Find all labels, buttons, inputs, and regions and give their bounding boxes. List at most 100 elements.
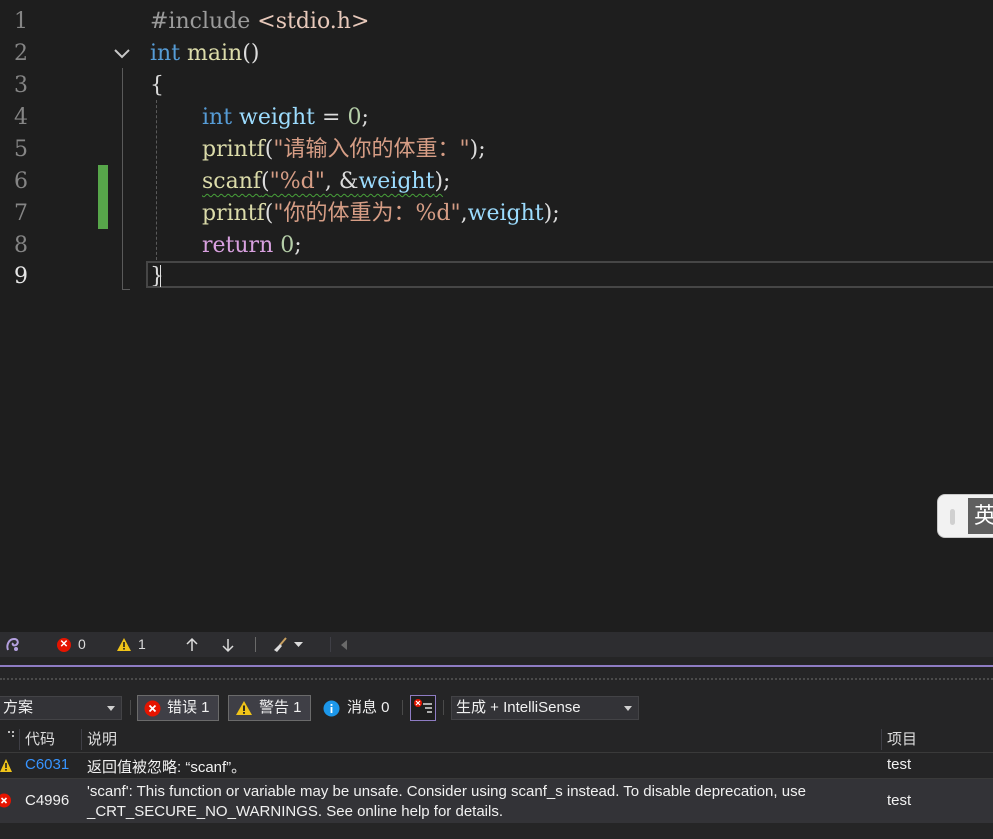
code-token: { — [150, 73, 164, 98]
error-list-panel: 方案 错误 1 警告 1 消息 0 生成 + IntelliSense 代码 说… — [0, 665, 993, 839]
filter-by-document-button[interactable] — [410, 695, 436, 721]
code-token: , — [460, 201, 468, 226]
warning-icon — [117, 638, 131, 651]
row-description: 'scanf': This function or variable may b… — [87, 783, 806, 820]
code-editor[interactable]: 1 #include <stdio.h> 2 int main() 3{4 int wei… — [0, 0, 993, 632]
line-number: 3 — [14, 73, 28, 98]
warning-icon — [0, 758, 13, 777]
row-description: 返回值被忽略: “scanf”。 — [87, 759, 247, 776]
code-cleanup-button[interactable] — [272, 632, 303, 657]
code-line[interactable]: 7 printf("你的体重为：%d",weight); — [0, 198, 993, 230]
code-token: "你的体重为：%d" — [273, 201, 461, 226]
column-divider[interactable] — [81, 729, 82, 750]
column-divider[interactable] — [19, 729, 20, 750]
panel-accent-line — [0, 665, 993, 667]
line-number: 5 — [14, 137, 28, 162]
code-text[interactable]: #include <stdio.h> — [150, 6, 369, 38]
code-token: main — [187, 41, 243, 66]
editor-status-strip: ✕ 0 1 — [0, 632, 993, 657]
collapse-chevron-icon[interactable] — [112, 44, 132, 64]
code-line[interactable]: 6 scanf("%d", &weight); — [0, 166, 993, 198]
code-token: int — [150, 41, 181, 66]
scroll-left-button[interactable] — [340, 632, 348, 657]
code-token: 0 — [347, 105, 362, 130]
code-token: ); — [543, 201, 560, 226]
table-row[interactable]: C4996 'scanf': This function or variable… — [0, 778, 993, 823]
column-header-description[interactable]: 说明 — [87, 727, 117, 752]
line-number: 2 — [14, 41, 28, 66]
arrow-up-icon — [186, 637, 198, 651]
chevron-down-icon — [107, 706, 115, 711]
row-code-link[interactable]: C6031 — [25, 756, 69, 773]
column-header-code[interactable]: 代码 — [25, 727, 55, 752]
build-source-dropdown[interactable]: 生成 + IntelliSense — [451, 696, 639, 720]
code-text[interactable]: scanf("%d", &weight); — [150, 166, 450, 198]
code-token: scanf — [202, 169, 262, 194]
line-number: 8 — [14, 233, 28, 258]
code-line[interactable]: 3{ — [0, 70, 993, 102]
code-text[interactable]: { — [150, 70, 164, 102]
code-token: , & — [324, 169, 359, 194]
indent-guide — [156, 100, 157, 260]
current-line-highlight — [146, 261, 993, 288]
error-count: 0 — [78, 636, 86, 652]
code-token: ); — [469, 137, 486, 162]
column-header-project[interactable]: 项目 — [887, 727, 917, 752]
code-token: () — [242, 41, 260, 66]
code-line[interactable]: 5 printf("请输入你的体重："); — [0, 134, 993, 166]
panel-grip-dots[interactable] — [0, 678, 993, 680]
ime-mode-label: 英 — [968, 498, 993, 534]
code-line[interactable]: 8 return 0; — [0, 230, 993, 262]
code-token: #include — [150, 9, 258, 34]
errors-filter-label: 错误 1 — [167, 699, 210, 716]
ime-indicator[interactable]: 英 — [937, 494, 993, 538]
code-token: = — [315, 105, 348, 130]
code-token: printf — [202, 137, 265, 162]
code-line[interactable]: 4 int weight = 0; — [0, 102, 993, 134]
change-tracking-bar — [98, 165, 108, 229]
table-row[interactable]: C6031 返回值被忽略: “scanf”。 test — [0, 752, 993, 778]
scope-dropdown[interactable]: 方案 — [0, 696, 122, 720]
error-count-button[interactable]: ✕ 0 — [57, 632, 86, 657]
toolbar-separator — [443, 700, 444, 715]
code-text[interactable]: int main() — [150, 38, 259, 70]
error-list-header: 代码 说明 项目 — [0, 727, 993, 752]
ime-grip-icon[interactable] — [950, 509, 955, 525]
warning-count: 1 — [138, 636, 146, 652]
scope-dropdown-value: 方案 — [3, 699, 34, 716]
errors-filter-toggle[interactable]: 错误 1 — [137, 695, 219, 721]
arrow-down-icon — [222, 638, 234, 652]
code-text[interactable]: printf("请输入你的体重："); — [150, 134, 486, 166]
line-number: 6 — [14, 169, 28, 194]
code-token: printf — [202, 201, 265, 226]
column-divider[interactable] — [881, 729, 882, 750]
outline-scope-line — [122, 68, 123, 290]
code-line[interactable]: 1 #include <stdio.h> — [0, 6, 993, 38]
code-token: <stdio.h> — [257, 9, 370, 34]
intellicode-icon[interactable] — [4, 632, 22, 657]
messages-filter-toggle[interactable]: 消息 0 — [323, 695, 390, 721]
warning-count-button[interactable]: 1 — [116, 632, 146, 657]
warnings-filter-toggle[interactable]: 警告 1 — [228, 695, 311, 721]
next-issue-button[interactable] — [221, 632, 235, 657]
previous-issue-button[interactable] — [185, 632, 199, 657]
code-text[interactable]: int weight = 0; — [150, 102, 369, 134]
messages-filter-label: 消息 0 — [347, 699, 390, 716]
row-code[interactable]: C4996 — [25, 792, 69, 809]
status-separator — [255, 637, 256, 652]
code-text[interactable]: printf("你的体重为：%d",weight); — [150, 198, 560, 230]
toolbar-separator — [130, 700, 131, 715]
filter-errors-icon — [414, 699, 432, 713]
line-number: 7 — [14, 201, 28, 226]
line-number: 4 — [14, 105, 28, 130]
code-token: weight — [358, 169, 435, 194]
chevron-down-icon — [624, 706, 632, 711]
column-menu-icon[interactable] — [6, 722, 16, 747]
code-line[interactable]: 2 int main() — [0, 38, 993, 70]
code-text[interactable]: return 0; — [150, 230, 302, 262]
build-source-value: 生成 + IntelliSense — [456, 699, 581, 716]
code-token: int — [202, 105, 233, 130]
code-token: ; — [443, 169, 451, 194]
